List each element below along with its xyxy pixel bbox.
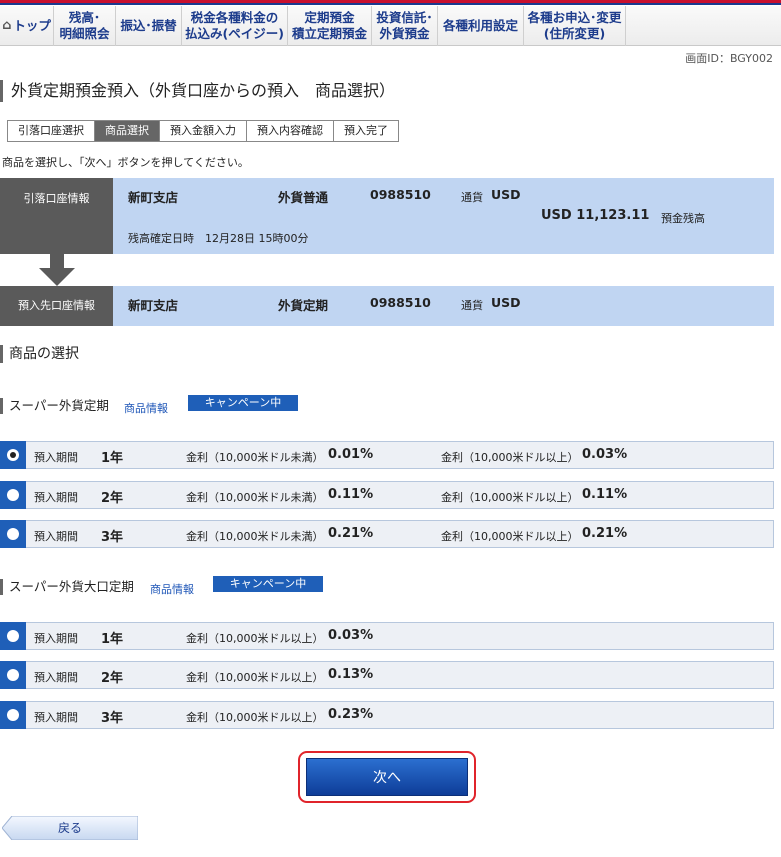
rate-row[interactable]: 預入期間 3年 金利（10,000米ドル未満） 0.21% 金利（10,000米…: [0, 520, 774, 548]
product-2-info-link[interactable]: 商品情報: [150, 581, 194, 597]
nav-applications[interactable]: 各種お申込･変更 (住所変更): [524, 6, 626, 46]
radio-p2-1y[interactable]: [7, 630, 19, 642]
withdraw-branch: 新町支店: [128, 190, 179, 205]
withdraw-balance: USD 11,123.11: [541, 208, 650, 223]
step-indicator: 引落口座選択 商品選択 預入金額入力 預入内容確認 預入完了: [7, 120, 399, 142]
home-icon: ⌂: [2, 17, 12, 33]
nav-balance[interactable]: 残高･ 明細照会: [54, 6, 116, 46]
section-title: 商品の選択: [0, 345, 79, 363]
nav-top[interactable]: ⌂ トップ: [0, 6, 54, 46]
screen-id: 画面ID：BGY002: [685, 52, 773, 65]
nav-investment[interactable]: 投資信託･ 外貨預金: [372, 6, 438, 46]
deposit-account-panel: 預入先口座情報 新町支店 外貨定期 0988510 通貨 USD: [0, 286, 774, 326]
nav-transfer[interactable]: 振込･振替: [116, 6, 182, 46]
radio-p1-2y[interactable]: [7, 489, 19, 501]
radio-p2-2y[interactable]: [7, 669, 19, 681]
step-2-current: 商品選択: [95, 120, 160, 142]
radio-p1-3y[interactable]: [7, 528, 19, 540]
global-nav: ⌂ トップ 残高･ 明細照会 振込･振替 税金各種料金の 払込み(ペイジー) 定期…: [0, 6, 781, 46]
withdraw-currency-label: 通貨: [461, 191, 483, 204]
rate-row[interactable]: 預入期間 3年 金利（10,000米ドル以上） 0.23%: [0, 701, 774, 729]
product-2-name: スーパー外貨大口定期: [0, 579, 134, 595]
rate-row[interactable]: 預入期間 1年 金利（10,000米ドル以上） 0.03%: [0, 622, 774, 650]
step-3: 預入金額入力: [160, 120, 247, 142]
deposit-account-label: 預入先口座情報: [0, 286, 113, 326]
radio-p2-3y[interactable]: [7, 709, 19, 721]
nav-payeasy[interactable]: 税金各種料金の 払込み(ペイジー): [182, 6, 288, 46]
nav-settings[interactable]: 各種利用設定: [438, 6, 524, 46]
arrow-down-icon: [39, 254, 75, 286]
instruction-text: 商品を選択し、「次へ」ボタンを押してください。: [2, 156, 249, 169]
radio-p1-1y[interactable]: [7, 449, 19, 461]
deposit-currency: USD: [491, 295, 521, 310]
deposit-currency-label: 通貨: [461, 299, 483, 312]
back-button[interactable]: 戻る: [2, 816, 138, 840]
product-1-campaign-badge: キャンペーン中: [188, 395, 298, 411]
withdraw-balance-time: 残高確定日時 12月28日 15時00分: [128, 232, 309, 245]
rate-row[interactable]: 預入期間 2年 金利（10,000米ドル以上） 0.13%: [0, 661, 774, 689]
withdraw-account-panel: 引落口座情報 新町支店 外貨普通 0988510 通貨 USD USD 11,1…: [0, 178, 774, 254]
deposit-type: 外貨定期: [278, 298, 329, 313]
step-5: 預入完了: [334, 120, 399, 142]
withdraw-number: 0988510: [370, 187, 431, 202]
deposit-branch: 新町支店: [128, 298, 179, 313]
next-button[interactable]: 次へ: [306, 758, 468, 796]
product-2-campaign-badge: キャンペーン中: [213, 576, 323, 592]
nav-time-deposit[interactable]: 定期預金 積立定期預金: [288, 6, 372, 46]
step-4: 預入内容確認: [247, 120, 334, 142]
step-1: 引落口座選択: [7, 120, 95, 142]
next-button-highlight: 次へ: [298, 751, 476, 803]
rate-row[interactable]: 預入期間 2年 金利（10,000米ドル未満） 0.11% 金利（10,000米…: [0, 481, 774, 509]
rate-row[interactable]: 預入期間 1年 金利（10,000米ドル未満） 0.01% 金利（10,000米…: [0, 441, 774, 469]
withdraw-account-label: 引落口座情報: [0, 178, 113, 254]
withdraw-currency: USD: [491, 187, 521, 202]
deposit-number: 0988510: [370, 295, 431, 310]
product-1-info-link[interactable]: 商品情報: [124, 400, 168, 416]
withdraw-type: 外貨普通: [278, 190, 329, 205]
withdraw-balance-label: 預金残高: [661, 212, 705, 225]
product-1-name: スーパー外貨定期: [0, 398, 109, 414]
page-title: 外貨定期預金預入（外貨口座からの預入 商品選択）: [0, 80, 395, 102]
